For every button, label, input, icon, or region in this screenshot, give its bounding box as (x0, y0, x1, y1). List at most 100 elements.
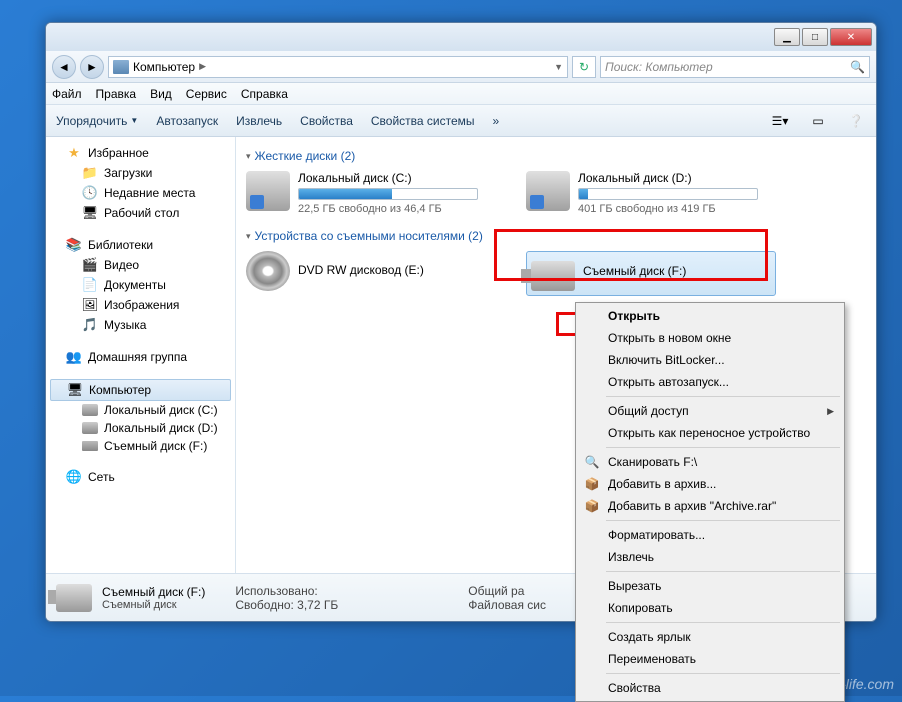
system-properties-button[interactable]: Свойства системы (371, 114, 475, 128)
toolbar-more[interactable]: » (493, 114, 500, 128)
titlebar: ▁ □ ✕ (46, 23, 876, 51)
context-menu: Открыть Открыть в новом окне Включить Bi… (575, 302, 845, 702)
context-shortcut[interactable]: Создать ярлык (578, 626, 842, 648)
preview-pane-button[interactable]: ▭ (808, 111, 828, 131)
refresh-button[interactable]: ↻ (572, 56, 596, 78)
drive-c[interactable]: Локальный диск (C:) 22,5 ГБ свободно из … (246, 171, 496, 215)
context-open[interactable]: Открыть (578, 305, 842, 327)
menu-help[interactable]: Справка (241, 87, 288, 101)
dvd-icon (246, 251, 290, 291)
chevron-right-icon: ▶ (827, 406, 834, 417)
music-icon: 🎵 (82, 317, 98, 333)
address-bar[interactable]: Компьютер ▶ ▼ (108, 56, 568, 78)
breadcrumb[interactable]: Компьютер (133, 60, 195, 74)
search-icon[interactable]: 🔍 (850, 60, 865, 74)
network-icon: 🌐 (66, 469, 82, 485)
collapse-icon: ▾ (246, 231, 251, 242)
recent-icon: 🕓 (82, 185, 98, 201)
libraries-icon: 📚 (66, 237, 82, 253)
context-portable-device[interactable]: Открыть как переносное устройство (578, 422, 842, 444)
sidebar-item-documents[interactable]: 📄Документы (46, 275, 235, 295)
autoplay-button[interactable]: Автозапуск (156, 114, 218, 128)
drive-d[interactable]: Локальный диск (D:) 401 ГБ свободно из 4… (526, 171, 776, 215)
navigation-row: ◄ ► Компьютер ▶ ▼ ↻ Поиск: Компьютер 🔍 (46, 51, 876, 83)
navigation-pane: ★Избранное 📁Загрузки 🕓Недавние места 🖥Ра… (46, 137, 236, 573)
disk-icon (82, 404, 98, 416)
details-type: Съемный диск (102, 599, 205, 611)
section-hard-drives[interactable]: ▾Жесткие диски (2) (246, 149, 866, 163)
drive-usb[interactable]: Съемный диск (F:) (526, 251, 776, 296)
sidebar-item-downloads[interactable]: 📁Загрузки (46, 163, 235, 183)
usb-icon (531, 261, 575, 291)
menu-tools[interactable]: Сервис (186, 87, 227, 101)
homegroup-icon: 👥 (66, 349, 82, 365)
computer-icon (113, 60, 129, 74)
view-button[interactable]: ☰▾ (770, 111, 790, 131)
properties-button[interactable]: Свойства (300, 114, 353, 128)
sidebar-item-video[interactable]: 🎬Видео (46, 255, 235, 275)
back-button[interactable]: ◄ (52, 55, 76, 79)
sidebar-item-recent[interactable]: 🕓Недавние места (46, 183, 235, 203)
forward-button[interactable]: ► (80, 55, 104, 79)
pictures-icon: 🖼 (82, 297, 98, 313)
computer-icon: 🖥 (67, 382, 83, 398)
context-autoplay[interactable]: Открыть автозапуск... (578, 371, 842, 393)
help-button[interactable]: ❔ (846, 111, 866, 131)
eject-button[interactable]: Извлечь (236, 114, 282, 128)
sidebar-item-music[interactable]: 🎵Музыка (46, 315, 235, 335)
star-icon: ★ (66, 145, 82, 161)
menu-view[interactable]: Вид (150, 87, 172, 101)
sidebar-item-disk-f[interactable]: Съемный диск (F:) (46, 437, 235, 455)
favorites-header[interactable]: ★Избранное (46, 143, 235, 163)
sidebar-item-disk-c[interactable]: Локальный диск (C:) (46, 401, 235, 419)
archive-icon: 📦 (584, 476, 600, 492)
desktop-icon: 🖥 (82, 205, 98, 221)
sidebar-item-disk-d[interactable]: Локальный диск (D:) (46, 419, 235, 437)
context-format[interactable]: Форматировать... (578, 524, 842, 546)
details-name: Съемный диск (F:) (102, 585, 205, 599)
context-rename[interactable]: Переименовать (578, 648, 842, 670)
scan-icon: 🔍 (584, 454, 600, 470)
chevron-right-icon[interactable]: ▶ (199, 61, 206, 72)
context-cut[interactable]: Вырезать (578, 575, 842, 597)
close-button[interactable]: ✕ (830, 28, 872, 46)
sidebar-item-pictures[interactable]: 🖼Изображения (46, 295, 235, 315)
capacity-bar (298, 188, 478, 200)
homegroup-header[interactable]: 👥Домашняя группа (46, 347, 235, 367)
capacity-bar (578, 188, 758, 200)
drive-dvd[interactable]: DVD RW дисковод (E:) (246, 251, 496, 296)
maximize-button[interactable]: □ (802, 28, 828, 46)
usb-icon (82, 441, 98, 451)
search-placeholder: Поиск: Компьютер (605, 60, 713, 74)
context-open-new-window[interactable]: Открыть в новом окне (578, 327, 842, 349)
context-copy[interactable]: Копировать (578, 597, 842, 619)
sidebar-item-computer[interactable]: 🖥Компьютер (50, 379, 231, 401)
menubar: Файл Правка Вид Сервис Справка (46, 83, 876, 105)
collapse-icon: ▾ (246, 151, 251, 162)
libraries-header[interactable]: 📚Библиотеки (46, 235, 235, 255)
drive-icon (246, 171, 290, 211)
toolbar: Упорядочить ▼ Автозапуск Извлечь Свойств… (46, 105, 876, 137)
context-eject[interactable]: Извлечь (578, 546, 842, 568)
minimize-button[interactable]: ▁ (774, 28, 800, 46)
documents-icon: 📄 (82, 277, 98, 293)
organize-button[interactable]: Упорядочить ▼ (56, 114, 138, 128)
menu-edit[interactable]: Правка (96, 87, 137, 101)
context-bitlocker[interactable]: Включить BitLocker... (578, 349, 842, 371)
usb-icon (56, 584, 92, 612)
search-input[interactable]: Поиск: Компьютер 🔍 (600, 56, 870, 78)
network-header[interactable]: 🌐Сеть (46, 467, 235, 487)
context-scan[interactable]: 🔍Сканировать F:\ (578, 451, 842, 473)
context-add-archive-rar[interactable]: 📦Добавить в архив "Archive.rar" (578, 495, 842, 517)
sidebar-item-desktop[interactable]: 🖥Рабочий стол (46, 203, 235, 223)
video-icon: 🎬 (82, 257, 98, 273)
archive-icon: 📦 (584, 498, 600, 514)
chevron-down-icon[interactable]: ▼ (554, 62, 563, 72)
disk-icon (82, 422, 98, 434)
menu-file[interactable]: Файл (52, 87, 82, 101)
context-sharing[interactable]: Общий доступ▶ (578, 400, 842, 422)
section-removable[interactable]: ▾Устройства со съемными носителями (2) (246, 229, 866, 243)
drive-icon (526, 171, 570, 211)
context-add-archive[interactable]: 📦Добавить в архив... (578, 473, 842, 495)
folder-icon: 📁 (82, 165, 98, 181)
